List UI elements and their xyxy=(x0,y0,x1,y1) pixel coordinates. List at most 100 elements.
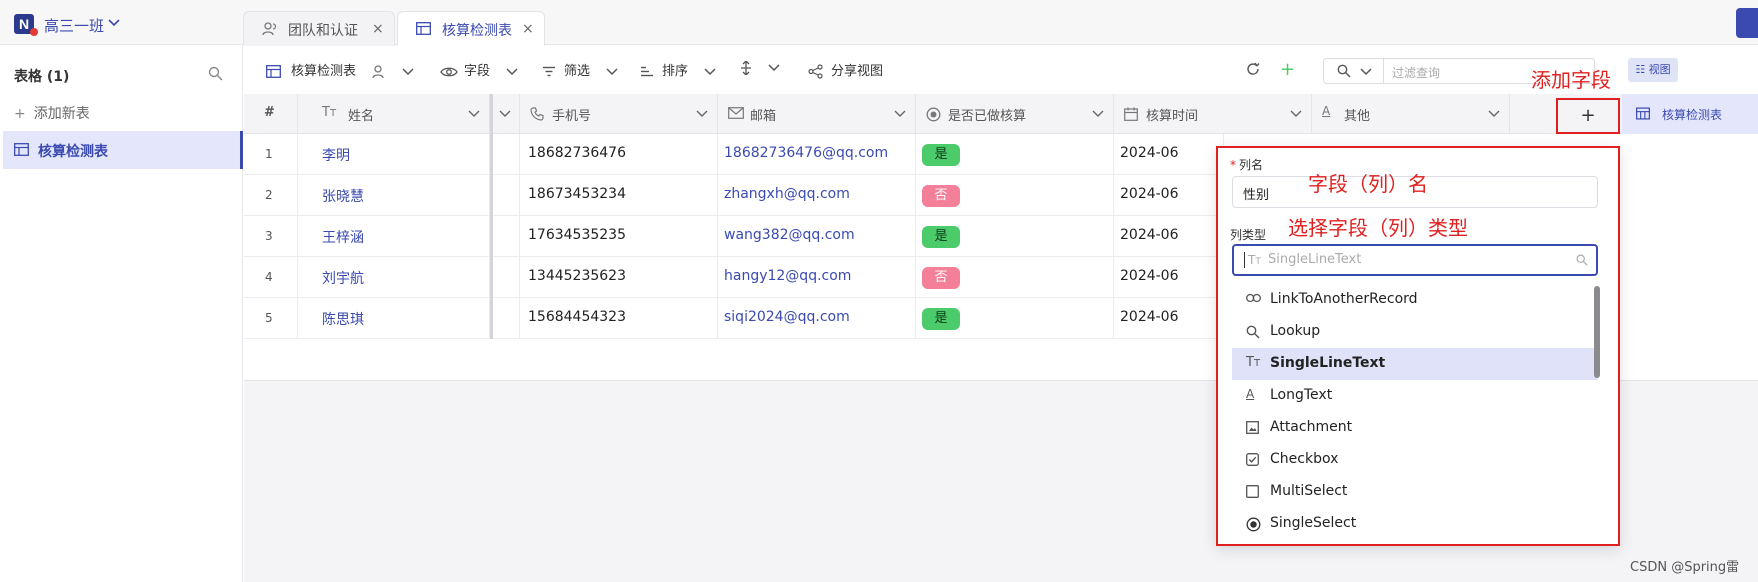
share-view-button[interactable]: 分享视图 xyxy=(808,60,883,79)
cell-email[interactable]: 18682736476@qq.com xyxy=(718,134,916,175)
option-link-to-another-record[interactable]: LinkToAnotherRecord xyxy=(1232,284,1598,316)
table-row[interactable]: 2 张晓慧 18673453234 zhangxh@qq.com 否 2024-… xyxy=(244,175,1224,216)
column-header-email[interactable]: 邮箱 xyxy=(718,94,916,134)
phone-icon xyxy=(530,107,544,121)
text-icon: TT xyxy=(1248,253,1261,267)
filter-button[interactable]: 筛选 xyxy=(542,60,618,79)
calendar-icon xyxy=(1124,107,1138,121)
cell-phone[interactable]: 13445235623 xyxy=(520,257,718,298)
add-table-button[interactable]: + 添加新表 xyxy=(14,103,90,123)
column-type-select[interactable]: TT SingleLineText xyxy=(1232,244,1598,276)
status-badge: 是 xyxy=(922,144,960,166)
cell-time[interactable]: 2024-06 xyxy=(1114,134,1224,175)
chevron-down-icon xyxy=(506,67,518,75)
cell-phone[interactable]: 15684454323 xyxy=(520,298,718,339)
column-header-time[interactable]: 核算时间 xyxy=(1114,94,1312,134)
search-input[interactable]: 过滤查询 xyxy=(1392,64,1440,81)
table-name-button[interactable]: 核算检测表 xyxy=(266,60,414,79)
cell-time[interactable]: 2024-06 xyxy=(1114,257,1224,298)
cell-time[interactable]: 2024-06 xyxy=(1114,216,1224,257)
add-column-button[interactable]: + xyxy=(1556,98,1620,134)
search-field-selector[interactable] xyxy=(1324,59,1384,83)
row-height-button[interactable] xyxy=(740,60,780,75)
column-type-options: LinkToAnotherRecord Lookup TT SingleLine… xyxy=(1232,284,1598,544)
view-toggle-button[interactable]: ☷ 视图 xyxy=(1628,58,1678,82)
cell-email[interactable]: siqi2024@qq.com xyxy=(718,298,916,339)
search-icon xyxy=(1246,325,1260,339)
cell-status[interactable]: 是 xyxy=(916,298,1114,339)
cell-email[interactable]: hangy12@qq.com xyxy=(718,257,916,298)
column-header-other[interactable]: A 其他 xyxy=(1312,94,1510,134)
chevron-down-icon[interactable] xyxy=(108,19,120,27)
column-header-hidden[interactable] xyxy=(490,94,520,134)
sidebar: 表格 (1) + 添加新表 核算检测表 xyxy=(0,46,243,582)
cell-phone[interactable]: 18673453234 xyxy=(520,175,718,216)
table-icon xyxy=(416,22,431,35)
status-badge: 否 xyxy=(922,185,960,207)
table-row[interactable]: 5 陈思琪 15684454323 siqi2024@qq.com 是 2024… xyxy=(244,298,1224,339)
tab-accounting-table[interactable]: 核算检测表 × xyxy=(397,11,545,46)
cell-hidden xyxy=(490,298,520,339)
text-icon: TT xyxy=(1246,355,1261,370)
table-row[interactable]: 1 李明 18682736476 18682736476@qq.com 是 20… xyxy=(244,134,1224,175)
tab-team-auth[interactable]: 团队和认证 × xyxy=(243,11,395,46)
sidebar-item-accounting-table[interactable]: 核算检测表 xyxy=(3,131,243,169)
option-single-select[interactable]: SingleSelect xyxy=(1232,508,1598,540)
table-row[interactable]: 3 王梓涵 17634535235 wang382@qq.com 是 2024-… xyxy=(244,216,1224,257)
cell-status[interactable]: 否 xyxy=(916,175,1114,216)
radio-icon xyxy=(926,107,941,122)
close-icon[interactable]: × xyxy=(522,21,534,37)
cell-name[interactable]: 王梓涵 xyxy=(298,216,490,257)
tab-label: 团队和认证 xyxy=(288,23,358,39)
fields-button[interactable]: 字段 xyxy=(440,60,518,79)
close-icon[interactable]: × xyxy=(372,21,384,37)
cell-phone[interactable]: 18682736476 xyxy=(520,134,718,175)
chevron-down-icon xyxy=(1290,110,1302,117)
option-lookup[interactable]: Lookup xyxy=(1232,316,1598,348)
column-header-status[interactable]: 是否已做核算 xyxy=(916,94,1114,134)
cell-status[interactable]: 是 xyxy=(916,134,1114,175)
cell-time[interactable]: 2024-06 xyxy=(1114,175,1224,216)
text-cursor xyxy=(1244,252,1245,268)
cell-hidden xyxy=(490,175,520,216)
attachment-icon xyxy=(1246,421,1259,434)
table-row[interactable]: 4 刘宇航 13445235623 hangy12@qq.com 否 2024-… xyxy=(244,257,1224,298)
cell-name[interactable]: 刘宇航 xyxy=(298,257,490,298)
sort-button[interactable]: 排序 xyxy=(640,60,716,79)
option-checkbox[interactable]: Checkbox xyxy=(1232,444,1598,476)
table-icon xyxy=(1636,107,1650,120)
chevron-down-icon xyxy=(1488,110,1500,117)
type-placeholder: SingleLineText xyxy=(1268,252,1362,267)
option-multi-select[interactable]: MultiSelect xyxy=(1232,476,1598,508)
cell-phone[interactable]: 17634535235 xyxy=(520,216,718,257)
logo-badge xyxy=(30,28,38,36)
add-row-button[interactable]: + xyxy=(1280,59,1295,80)
search-icon[interactable] xyxy=(208,66,223,81)
cell-email[interactable]: zhangxh@qq.com xyxy=(718,175,916,216)
cell-name[interactable]: 李明 xyxy=(298,134,490,175)
column-header-phone[interactable]: 手机号 xyxy=(520,94,718,134)
eye-icon xyxy=(440,67,458,76)
cell-status[interactable]: 否 xyxy=(916,257,1114,298)
right-pane-table[interactable]: 核算检测表 xyxy=(1622,94,1758,134)
cell-status[interactable]: 是 xyxy=(916,216,1114,257)
option-attachment[interactable]: Attachment xyxy=(1232,412,1598,444)
cell-name[interactable]: 张晓慧 xyxy=(298,175,490,216)
option-long-text[interactable]: A LongText xyxy=(1232,380,1598,412)
option-single-line-text[interactable]: TT SingleLineText xyxy=(1232,348,1598,380)
search-icon xyxy=(1337,64,1351,78)
top-right-button[interactable] xyxy=(1736,8,1758,38)
cell-name[interactable]: 陈思琪 xyxy=(298,298,490,339)
row-height-icon xyxy=(741,60,751,75)
table-name-label: 核算检测表 xyxy=(291,64,357,79)
column-header-name[interactable]: TT 姓名 xyxy=(298,94,490,134)
cell-time[interactable]: 2024-06 xyxy=(1114,298,1224,339)
users-icon xyxy=(262,22,278,36)
workspace-name[interactable]: 高三一班 xyxy=(44,15,104,36)
mail-icon xyxy=(728,107,744,119)
options-scrollbar[interactable] xyxy=(1594,286,1600,378)
annotation-add-field: 添加字段 xyxy=(1531,68,1611,92)
chevron-down-icon xyxy=(402,67,414,75)
refresh-icon[interactable] xyxy=(1246,62,1260,76)
cell-email[interactable]: wang382@qq.com xyxy=(718,216,916,257)
